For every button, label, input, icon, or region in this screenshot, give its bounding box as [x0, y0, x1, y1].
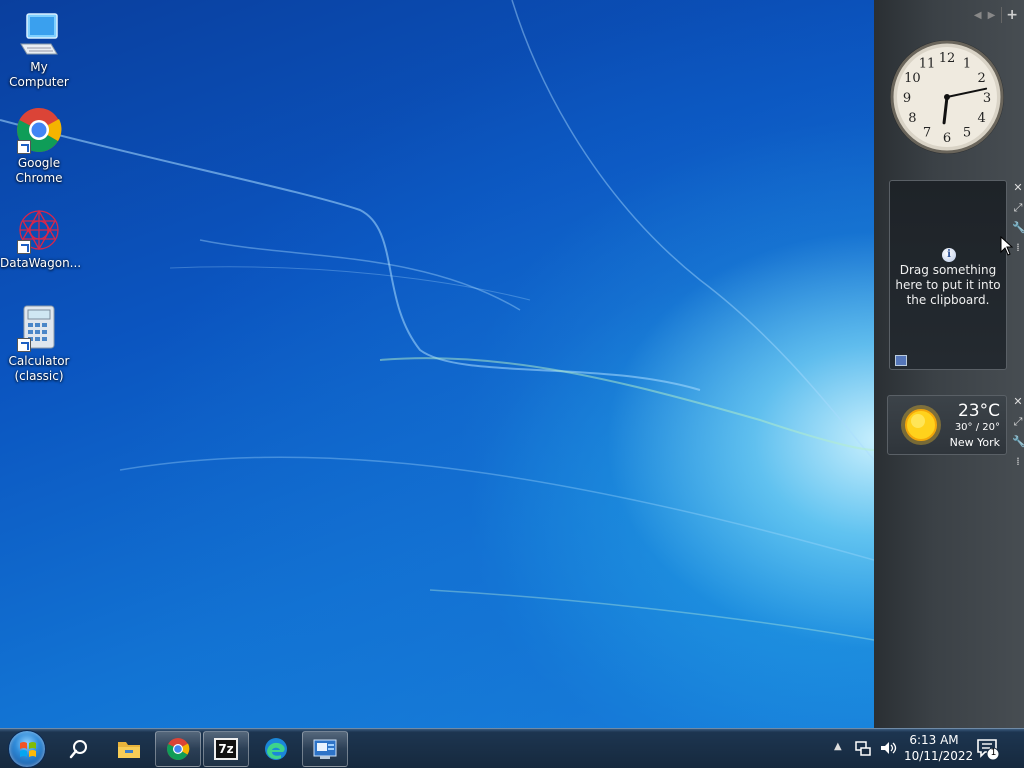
clock-numeral: 8 [908, 111, 916, 126]
clock-gadget[interactable]: 1 2 3 4 5 6 7 8 9 10 11 12 [888, 38, 1006, 156]
start-button[interactable] [8, 730, 46, 768]
clock-numeral: 10 [904, 71, 921, 86]
chrome-icon [167, 738, 190, 760]
weather-high-low: 30° / 20° [954, 422, 1000, 433]
clock-numeral: 3 [983, 91, 991, 106]
shortcut-arrow-icon [17, 140, 31, 154]
clipboard-gadget[interactable]: i Drag something here to put it into the… [889, 180, 1007, 370]
clock-numeral: 12 [939, 51, 956, 66]
size-icon[interactable]: ⤢ [1012, 198, 1024, 218]
taskbar-date: 10/11/2022 [904, 749, 974, 763]
desktop-icon-google-chrome[interactable]: Google Chrome [0, 106, 78, 186]
edge-icon [265, 738, 287, 760]
sidebar-next-button[interactable]: ▶ [988, 10, 996, 21]
search-icon [69, 740, 87, 759]
wallpaper-swirls [0, 0, 874, 641]
desktop-icon-datawagon[interactable]: DataWagon... [0, 206, 82, 271]
mouse-cursor-icon [1000, 236, 1014, 256]
remote-desktop-icon [313, 739, 337, 759]
close-icon[interactable]: ✕ [1012, 178, 1024, 198]
taskbar-remote-desktop-button[interactable] [302, 731, 348, 767]
taskbar-chrome-button[interactable] [155, 731, 201, 767]
desktop-icon-label: My Computer [9, 60, 69, 89]
close-icon[interactable]: ✕ [1012, 392, 1024, 412]
taskbar-7zip-button[interactable]: 7z [203, 731, 249, 767]
sidebar-controls: ◀ ▶ + [974, 7, 1018, 23]
windows-logo-icon [20, 742, 36, 757]
taskbar-clock[interactable]: 6:13 AM 10/11/2022 [904, 732, 974, 764]
taskbar-time: 6:13 AM [909, 733, 959, 747]
clock-numeral: 5 [963, 126, 971, 141]
drag-handle-icon[interactable]: ⁞ [1012, 452, 1024, 472]
notification-count-badge: 1 [990, 748, 997, 758]
size-icon[interactable]: ⤢ [1012, 412, 1024, 432]
action-center-button[interactable]: 1 [976, 737, 1000, 761]
chrome-icon [15, 106, 63, 154]
volume-icon[interactable] [879, 739, 899, 757]
sun-icon [901, 405, 941, 445]
info-icon: i [942, 248, 956, 262]
weather-gadget-tools: ✕ ⤢ 🔧 ⁞ [1012, 392, 1024, 472]
network-icon[interactable] [854, 739, 872, 757]
desktop-icon-calculator[interactable]: Calculator (classic) [0, 304, 78, 384]
clipboard-message: Drag something here to put it into the c… [895, 263, 1001, 307]
weather-gadget[interactable]: 23°C 30° / 20° New York [887, 395, 1007, 455]
taskbar-edge-button[interactable] [253, 731, 299, 767]
clock-numeral: 11 [919, 56, 936, 71]
desktop-icon-label: Calculator (classic) [8, 354, 70, 383]
datawagon-icon [15, 206, 63, 254]
desktop-icon-label: Google Chrome [15, 156, 63, 185]
weather-city: New York [949, 436, 1000, 449]
shortcut-arrow-icon [17, 338, 31, 352]
weather-temperature: 23°C [957, 401, 1000, 421]
clock-numeral: 9 [903, 91, 911, 106]
clock-face: 1234567891011 12 [890, 40, 1004, 154]
7zip-icon: 7z [214, 738, 238, 760]
sidebar-prev-button[interactable]: ◀ [974, 10, 982, 21]
shortcut-arrow-icon [17, 240, 31, 254]
calculator-icon [15, 304, 63, 352]
desktop-icon-my-computer[interactable]: My Computer [0, 10, 78, 90]
taskbar-search-button[interactable] [56, 731, 102, 767]
options-wrench-icon[interactable]: 🔧 [1012, 432, 1024, 452]
file-explorer-icon [118, 742, 140, 758]
taskbar-file-explorer-button[interactable] [106, 731, 152, 767]
taskbar: 7z ▲ 6:13 AM 10/11/2022 1 [0, 728, 1024, 768]
add-gadget-button[interactable]: + [1001, 7, 1018, 23]
clock-numeral: 2 [978, 71, 986, 86]
clock-numeral: 4 [978, 111, 986, 126]
desktop: My Computer Google Chrome DataWagon... C… [0, 0, 1024, 728]
clock-numeral: 7 [923, 126, 931, 141]
show-hidden-icons-button[interactable]: ▲ [834, 741, 842, 752]
clock-numeral: 1 [963, 56, 971, 71]
clock-numeral: 6 [943, 131, 951, 146]
options-wrench-icon[interactable]: 🔧 [1012, 218, 1024, 238]
computer-icon [15, 10, 63, 58]
clipboard-small-icon [895, 355, 907, 366]
desktop-icon-label: DataWagon... [0, 256, 82, 270]
